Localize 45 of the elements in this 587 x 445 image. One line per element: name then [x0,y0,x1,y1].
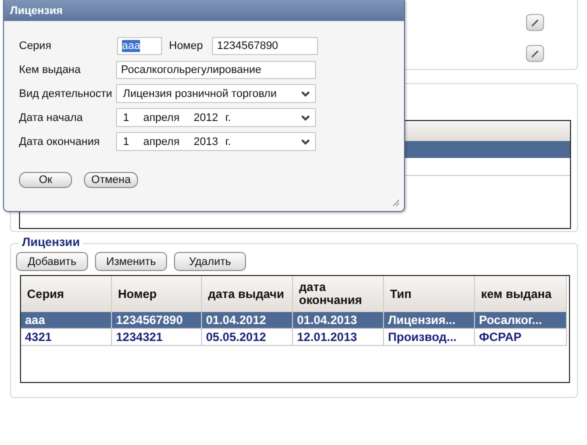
table-cell[interactable]: 1234321 [112,329,202,346]
column-header[interactable]: Тип [384,276,475,312]
action-button[interactable]: Изменить [95,252,167,271]
date-picker[interactable]: 1 апреля 2012 г. [116,108,316,127]
table-cell[interactable]: 01.04.2012 [202,312,293,329]
input-field[interactable]: Росалкогольрегулирование [116,60,316,78]
table-cell[interactable]: 4321 [21,329,112,346]
table-cell[interactable]: aaa [21,312,112,329]
input-field[interactable]: aaa [117,36,162,54]
field-label: Кем выдана [19,64,82,76]
column-header[interactable]: дата выдачи [202,276,293,312]
field-label: Вид деятельности [19,88,114,100]
pencil-icon [530,48,540,58]
date-picker[interactable]: 1 апреля 2013 г. [116,132,316,151]
column-header[interactable]: дата окончания [293,276,384,312]
dialog-title: Лицензия [10,4,63,16]
table-cell[interactable]: Производ... [384,329,475,346]
field-label: Дата окончания [19,136,101,148]
field-label: Номер [168,40,204,52]
input-field[interactable]: 1234567890 [212,36,318,54]
resize-grip-icon[interactable] [392,199,400,207]
table-cell[interactable]: 12.01.2013 [293,329,384,346]
table-cell[interactable]: ФСРАР [475,329,567,346]
caret-icon [301,138,310,144]
column-header[interactable]: Серия [21,276,112,312]
column-header[interactable]: Номер [112,276,202,312]
table-cell[interactable]: 05.05.2012 [202,329,293,346]
caret-icon [301,114,310,120]
caret-icon [301,90,310,96]
action-button[interactable]: Удалить [174,252,246,271]
field-label: Серия [19,40,52,52]
table-cell[interactable]: Росалког... [475,312,567,329]
action-button[interactable]: Добавить [16,252,88,271]
pencil-icon [530,18,540,28]
table-cell[interactable]: Лицензия... [384,312,475,329]
section-title: Лицензии [19,235,83,249]
table-cell[interactable]: 1234567890 [112,312,202,329]
column-header[interactable]: кем выдана [475,276,567,312]
dialog-button[interactable]: Ок [19,172,72,188]
field-label: Дата начала [19,112,84,124]
edit-button[interactable] [526,14,544,31]
edit-button[interactable] [526,45,544,62]
dialog-button[interactable]: Отмена [84,172,138,188]
table-cell[interactable]: 01.04.2013 [293,312,384,329]
dropdown[interactable]: Лицензия розничной торговли [116,84,316,103]
